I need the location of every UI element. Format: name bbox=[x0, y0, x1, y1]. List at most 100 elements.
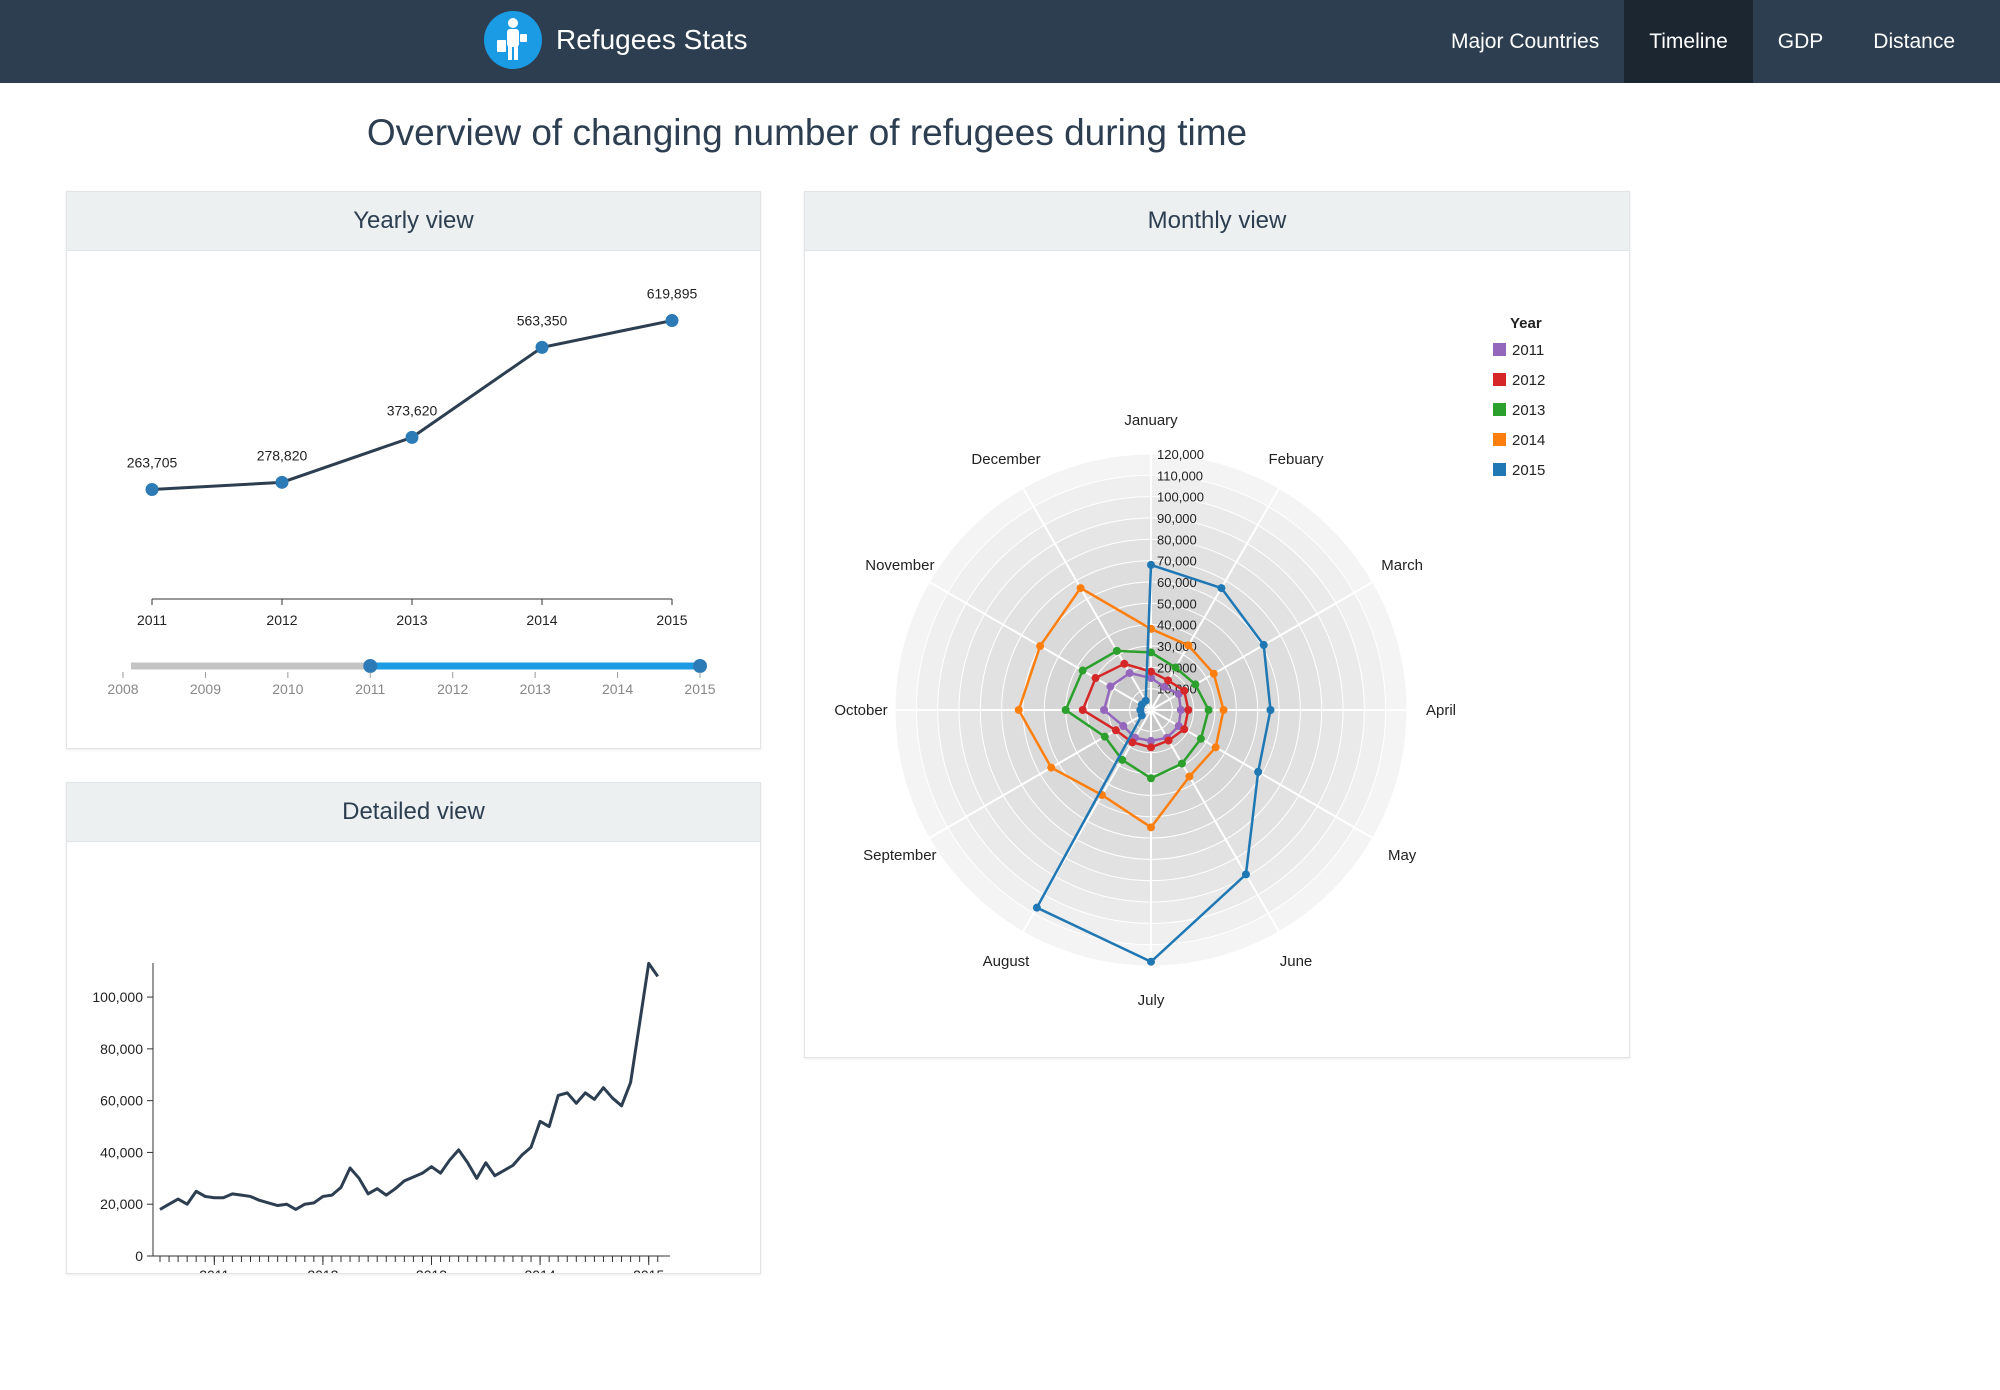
radar-point bbox=[1078, 706, 1087, 714]
radar-axis-label: September bbox=[863, 847, 936, 864]
radar-r-tick-label: 40,000 bbox=[1157, 618, 1197, 633]
detailed-chart: 0 20,000 40,000 60,000 80,000 100,000 2011 2012… bbox=[92, 961, 670, 1273]
radar-point bbox=[1211, 743, 1220, 752]
radar-point bbox=[1014, 706, 1023, 714]
radar-point bbox=[1120, 659, 1129, 668]
detailed-y-tick-label: 100,000 bbox=[92, 989, 143, 1005]
detailed-x-tick-label: 2014 bbox=[525, 1267, 556, 1273]
brand-title: Refugees Stats bbox=[556, 24, 748, 55]
radar-point bbox=[1266, 706, 1275, 714]
brush-tick-label: 2010 bbox=[272, 681, 303, 697]
yearly-view-heading: Yearly view bbox=[67, 192, 760, 251]
radar-axis-label: January bbox=[1124, 412, 1178, 429]
yearly-x-tick-label: 2012 bbox=[266, 612, 297, 628]
brush-tick-label: 2012 bbox=[437, 681, 468, 697]
yearly-value-label: 563,350 bbox=[517, 312, 568, 328]
radar-point bbox=[1209, 669, 1218, 678]
brush-start-handle[interactable] bbox=[363, 659, 378, 673]
monthly-view-heading: Monthly view bbox=[805, 192, 1629, 251]
radar-point bbox=[1100, 706, 1109, 714]
radar-point bbox=[1147, 774, 1155, 783]
radar-axis-label: April bbox=[1426, 702, 1456, 719]
radar-point bbox=[1254, 767, 1263, 776]
refugee-logo-icon bbox=[484, 11, 542, 69]
radar-axis-label: July bbox=[1138, 992, 1165, 1009]
page-title: Overview of changing number of refugees … bbox=[366, 112, 1248, 153]
yearly-x-tick-label: 2015 bbox=[656, 612, 687, 628]
radar-point bbox=[1125, 669, 1134, 678]
radar-axis-label: November bbox=[865, 557, 934, 574]
radar-point bbox=[1061, 706, 1070, 714]
radar-point bbox=[1164, 736, 1173, 745]
detailed-y-tick-label: 40,000 bbox=[100, 1144, 143, 1160]
legend-swatch bbox=[1493, 373, 1506, 386]
legend-swatch bbox=[1493, 433, 1506, 446]
legend-swatch bbox=[1493, 403, 1506, 416]
legend-label: 2011 bbox=[1512, 342, 1544, 359]
brush-tick-label: 2008 bbox=[107, 681, 138, 697]
detailed-series-line bbox=[159, 961, 659, 1211]
radar-point bbox=[1184, 641, 1193, 650]
detailed-view-panel: Detailed view 0 20,000 40,000 60,000 80,000 1… bbox=[66, 782, 761, 1274]
radar-point bbox=[1204, 706, 1213, 714]
yearly-value-label: 278,820 bbox=[257, 447, 308, 463]
legend-label: 2015 bbox=[1512, 462, 1545, 479]
radar-point bbox=[1047, 763, 1056, 772]
radar-point bbox=[1147, 667, 1155, 676]
yearly-point bbox=[405, 430, 419, 444]
legend-label: 2012 bbox=[1512, 372, 1545, 389]
radar-point bbox=[1032, 903, 1041, 912]
legend-label: 2013 bbox=[1512, 402, 1545, 419]
radar-point bbox=[1185, 772, 1194, 781]
detailed-y-tick-label: 20,000 bbox=[100, 1196, 143, 1212]
yearly-point bbox=[665, 314, 679, 328]
radar-point bbox=[1106, 682, 1115, 691]
brush-tick-label: 2015 bbox=[684, 681, 715, 697]
radar-r-tick-label: 70,000 bbox=[1157, 554, 1197, 569]
radar-point bbox=[1184, 706, 1193, 714]
monthly-view-panel: Monthly view January Febuary March April May… bbox=[804, 191, 1630, 1058]
legend-label: 2014 bbox=[1512, 432, 1545, 449]
brush-tick-label: 2011 bbox=[355, 681, 385, 697]
detailed-y-tick-label: 0 bbox=[135, 1248, 143, 1264]
radar-point bbox=[1119, 722, 1128, 730]
radar-point bbox=[1241, 870, 1250, 879]
radar-point bbox=[1219, 706, 1228, 714]
navbar: Refugees Stats Major Countries Timeline … bbox=[0, 0, 2000, 83]
radar-point bbox=[1147, 560, 1155, 569]
brush-tick-label: 2014 bbox=[602, 681, 633, 697]
monthly-chart: January Febuary March April May June July Augus… bbox=[834, 315, 1545, 1009]
brand-link[interactable]: Refugees Stats bbox=[484, 8, 747, 72]
legend-swatch bbox=[1493, 343, 1506, 356]
yearly-point bbox=[535, 340, 549, 354]
legend-swatch bbox=[1493, 463, 1506, 476]
radar-point bbox=[1100, 732, 1109, 741]
radar-axis-label: October bbox=[834, 702, 887, 719]
radar-point bbox=[1036, 642, 1045, 650]
detailed-view-heading: Detailed view bbox=[67, 783, 760, 842]
detailed-y-tick-label: 80,000 bbox=[100, 1041, 143, 1057]
radar-r-tick-label: 90,000 bbox=[1157, 511, 1197, 526]
brush-end-handle[interactable] bbox=[693, 659, 707, 673]
radar-point bbox=[1091, 674, 1100, 682]
brush-tick-label: 2009 bbox=[190, 681, 221, 697]
radar-point bbox=[1177, 759, 1186, 768]
yearly-value-label: 263,705 bbox=[127, 454, 178, 470]
radar-point bbox=[1147, 957, 1155, 966]
radar-point bbox=[1259, 640, 1268, 649]
yearly-x-tick-label: 2011 bbox=[137, 612, 167, 628]
detailed-x-tick-label: 2011 bbox=[199, 1267, 229, 1273]
radar-point bbox=[1196, 734, 1205, 743]
detailed-x-tick-label: 2012 bbox=[307, 1267, 338, 1273]
nav-distance[interactable]: Distance bbox=[1848, 0, 2000, 83]
nav-gdp[interactable]: GDP bbox=[1753, 0, 1849, 83]
nav-major-countries[interactable]: Major Countries bbox=[1426, 0, 1624, 83]
radar-point bbox=[1217, 584, 1226, 593]
yearly-x-tick-label: 2014 bbox=[526, 612, 557, 628]
radar-point bbox=[1180, 686, 1189, 695]
nav-timeline[interactable]: Timeline bbox=[1624, 0, 1753, 83]
radar-point bbox=[1164, 676, 1173, 685]
radar-point bbox=[1078, 666, 1087, 675]
radar-axis-label: August bbox=[983, 953, 1031, 970]
yearly-chart: 2011 2012 2013 2014 2015 263,705 278,820 373,62… bbox=[107, 286, 715, 697]
